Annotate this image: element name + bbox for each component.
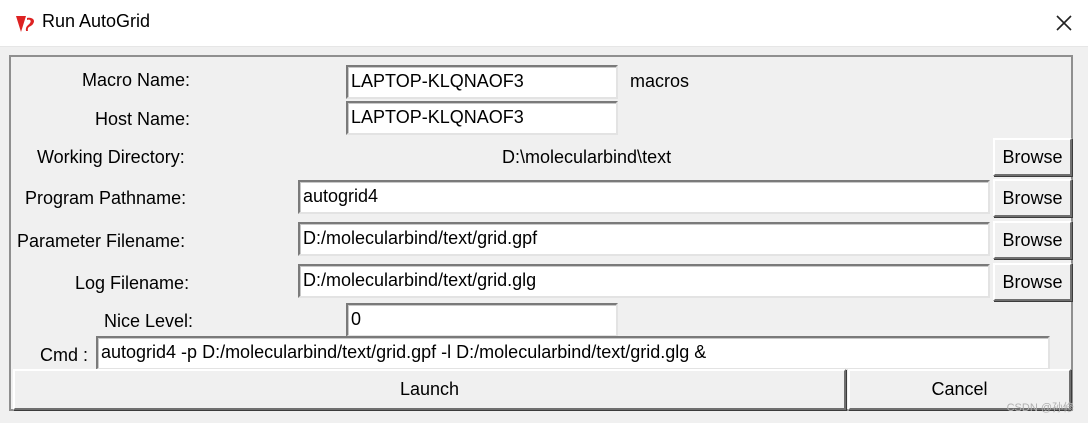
nice-level-label: Nice Level: <box>104 311 194 331</box>
macro-name-input[interactable]: LAPTOP-KLQNAOF3 <box>346 65 618 99</box>
host-name-input[interactable]: LAPTOP-KLQNAOF3 <box>346 101 618 135</box>
nice-level-input[interactable]: 0 <box>346 303 618 337</box>
log-filename-input[interactable]: D:/molecularbind/text/grid.glg <box>298 264 990 298</box>
program-pathname-input[interactable]: autogrid4 <box>298 180 990 214</box>
working-directory-value: D:\molecularbind\text <box>502 147 672 167</box>
cmd-input[interactable]: autogrid4 -p D:/molecularbind/text/grid.… <box>96 336 1050 370</box>
program-pathname-label: Program Pathname: <box>25 188 187 208</box>
close-icon[interactable] <box>1048 8 1080 38</box>
tk-feather-icon <box>16 16 35 32</box>
host-name-label: Host Name: <box>95 109 191 129</box>
parameter-filename-label: Parameter Filename: <box>17 231 186 251</box>
cmd-label: Cmd : <box>40 345 89 365</box>
log-filename-label: Log Filename: <box>75 273 190 293</box>
program-browse-button[interactable]: Browse <box>993 179 1072 217</box>
watermark: CSDN @孙修 <box>1006 402 1074 414</box>
parameter-filename-input[interactable]: D:/molecularbind/text/grid.gpf <box>298 222 990 256</box>
launch-button[interactable]: Launch <box>13 369 846 410</box>
window-title: Run AutoGrid <box>42 11 151 31</box>
parameter-browse-button[interactable]: Browse <box>993 221 1072 259</box>
macro-name-label: Macro Name: <box>82 70 191 90</box>
title-bar: Run AutoGrid <box>0 0 1088 47</box>
window-bottom-edge <box>0 414 1088 423</box>
working-directory-browse-button[interactable]: Browse <box>993 138 1072 176</box>
macros-label: macros <box>630 71 690 91</box>
log-browse-button[interactable]: Browse <box>993 263 1072 301</box>
working-directory-label: Working Directory: <box>37 147 185 167</box>
